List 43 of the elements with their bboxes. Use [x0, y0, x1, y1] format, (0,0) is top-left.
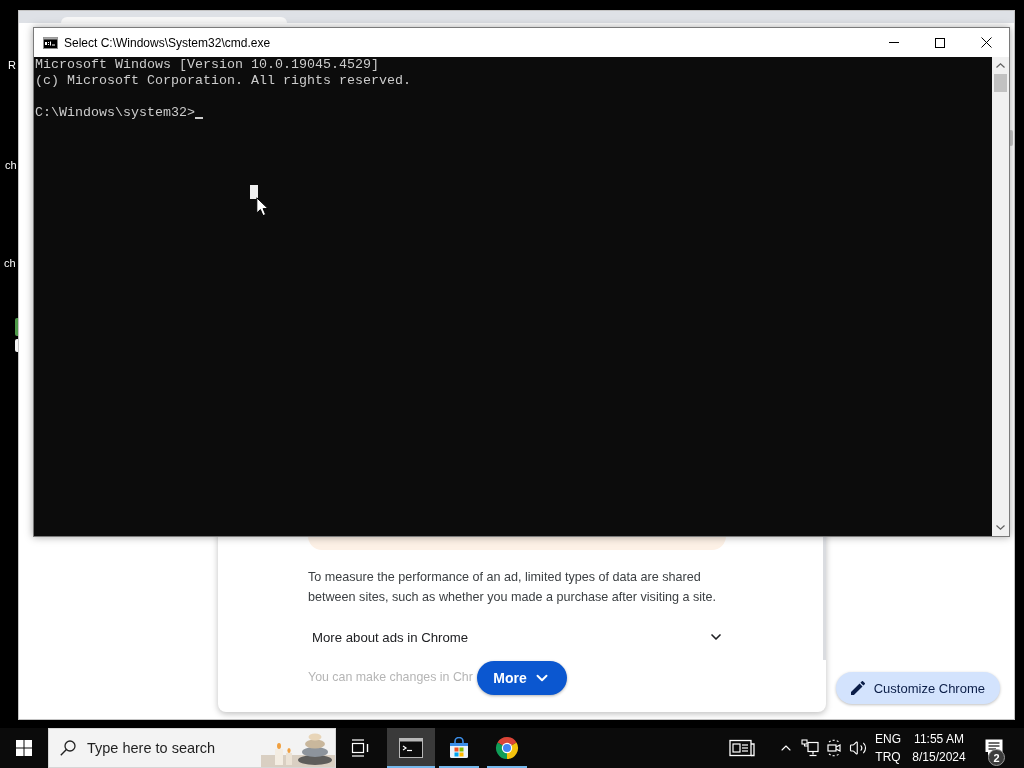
scrollbar-thumb[interactable] [994, 74, 1007, 92]
notification-badge: 2 [988, 749, 1005, 766]
news-icon [729, 739, 755, 757]
console-line: Microsoft Windows [Version 10.0.19045.4529] [35, 57, 379, 73]
console-icon [43, 36, 58, 49]
notifications-button[interactable]: 2 [972, 728, 1016, 768]
shopping-bag-icon [448, 737, 470, 759]
selection-cursor-icon [250, 185, 258, 199]
keyboard-layout-indicator[interactable]: TRQ [875, 748, 901, 766]
video-camera-icon [825, 739, 843, 757]
search-icon [60, 740, 76, 756]
clock-date[interactable]: 8/15/2024 [912, 748, 966, 766]
taskbar-app-button[interactable] [387, 728, 435, 768]
terminal-icon [399, 738, 423, 758]
pencil-icon [850, 681, 865, 695]
browser-logo-icon [495, 736, 519, 760]
expander-button[interactable]: More about ads in Chrome [308, 617, 726, 657]
desktop-icon-label: ch [4, 256, 16, 270]
console-line: (c) Microsoft Corporation. All rights reserved. [35, 73, 411, 89]
speaker-icon [849, 739, 867, 757]
text-cursor-icon [194, 117, 203, 119]
maximize-icon [935, 37, 945, 48]
scroll-down-icon [996, 525, 1005, 530]
console-prompt: C:\Windows\system32> [35, 105, 195, 121]
windows-logo-icon [16, 740, 32, 756]
more-button[interactable]: More [477, 661, 567, 695]
language-indicator[interactable]: ENG [875, 730, 901, 748]
desktop-icon [15, 318, 18, 336]
faded-text: You can make changes in Chr [308, 669, 473, 686]
scroll-up-icon [996, 63, 1005, 68]
ads-measurement-text: To measure the performance of an ad, limited types of data are shared between sites, such as whether you made a purchase after visiting a site. [308, 569, 718, 606]
minimize-icon [889, 42, 899, 43]
close-icon [980, 37, 992, 48]
scrollbar[interactable] [992, 57, 1009, 536]
desktop-icon-label: ch [5, 158, 17, 172]
desktop-icon-label: R [8, 58, 16, 72]
task-view-icon [350, 739, 370, 757]
search-field[interactable]: Type here to search [87, 740, 261, 756]
network-icon [801, 739, 819, 757]
window-title: Select C:\Windows\System32\cmd.exe [64, 35, 271, 50]
clock-time[interactable]: 11:55 AM [914, 730, 964, 748]
mouse-pointer-icon [256, 197, 269, 217]
customize-button[interactable]: Customize Chrome [835, 672, 1000, 704]
